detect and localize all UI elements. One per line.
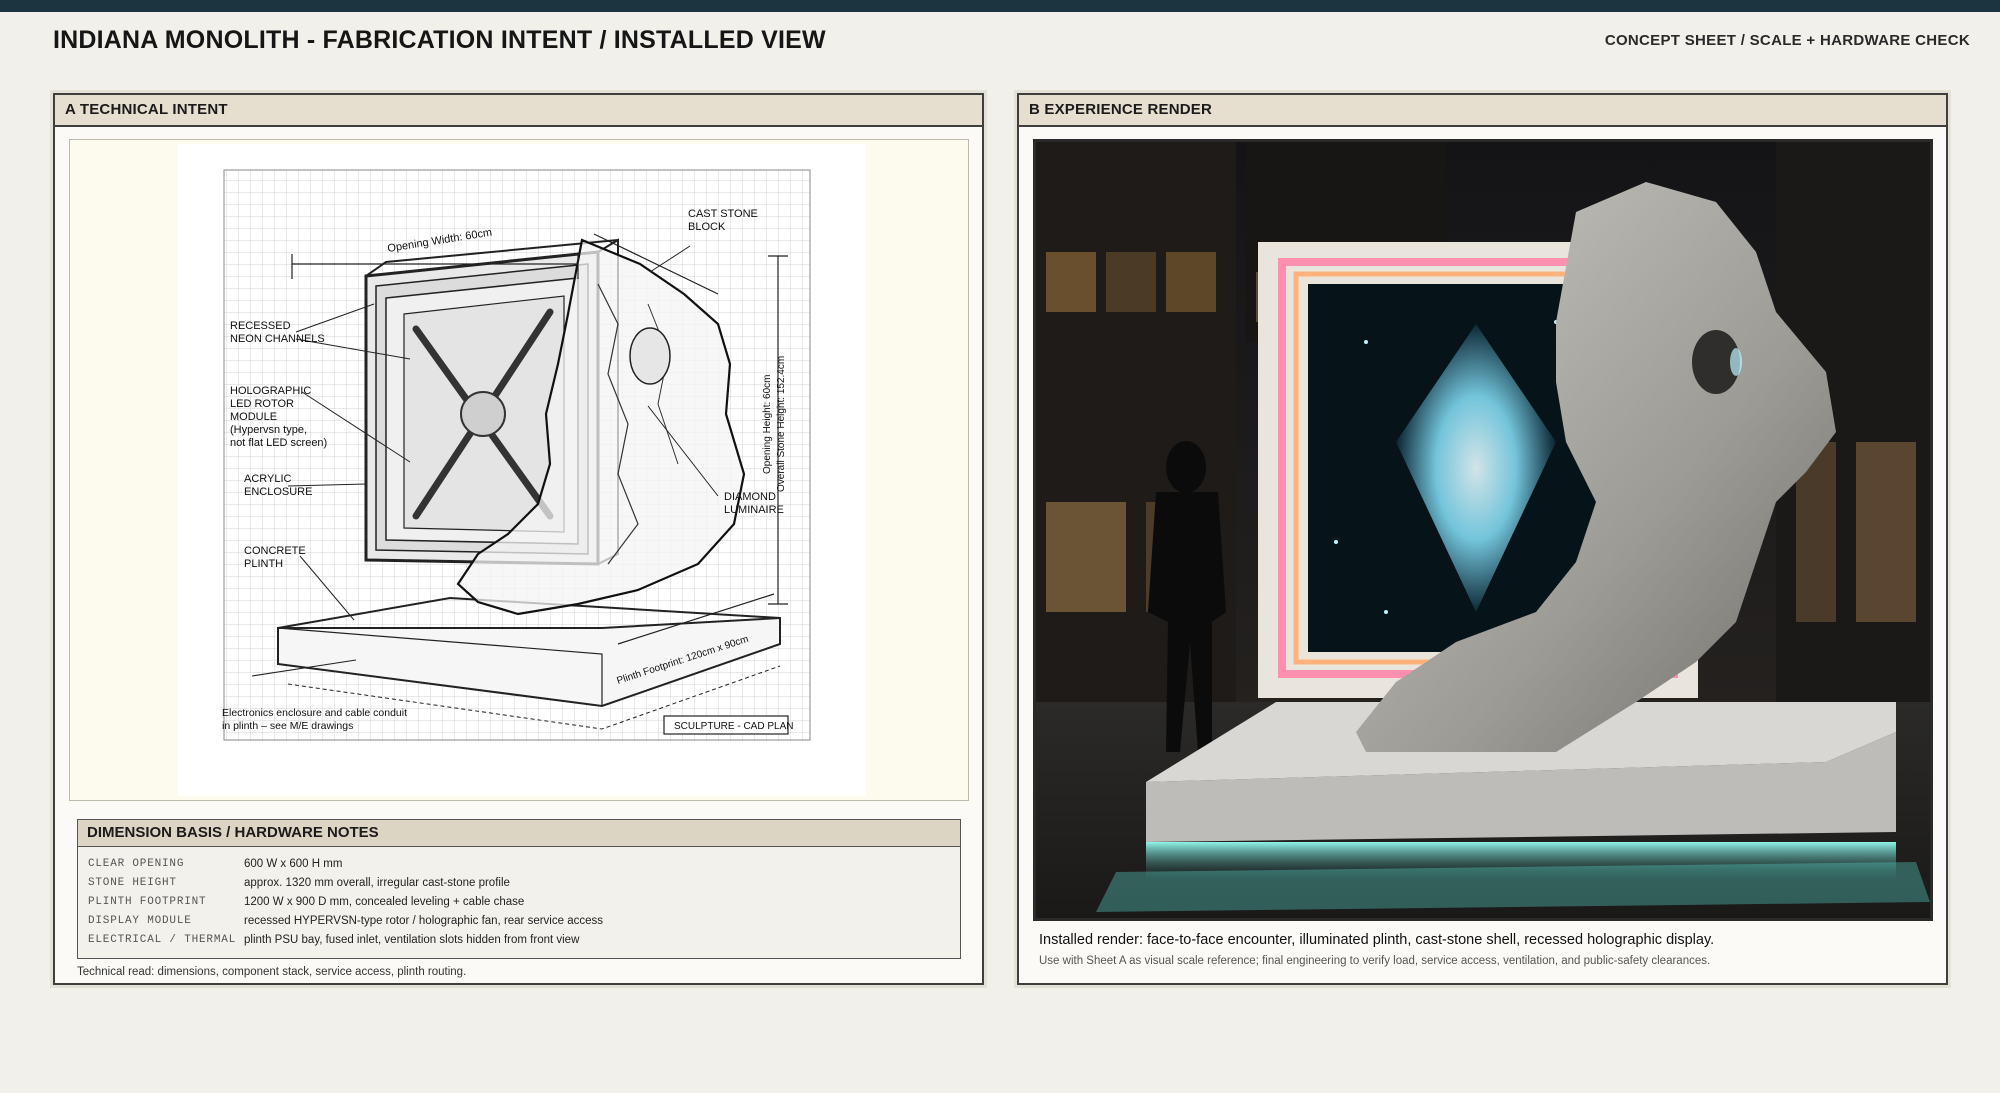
notes-key: STONE HEIGHT — [88, 877, 177, 889]
notes-value: plinth PSU bay, fused inlet, ventilation… — [244, 934, 580, 946]
page-title: INDIANA MONOLITH - FABRICATION INTENT / … — [53, 26, 826, 54]
holographic-label-1: HOLOGRAPHIC — [230, 385, 311, 397]
page-subtitle: CONCEPT SHEET / SCALE + HARDWARE CHECK — [1604, 32, 1970, 49]
diamond-luminaire-shape — [629, 327, 671, 385]
cad-drawing-frame: Opening Width: 60cm CAST STONE BLOCK REC… — [69, 139, 969, 801]
holographic-label-2: LED ROTOR — [230, 398, 294, 410]
cad-drawing-svg: Opening Width: 60cm CAST STONE BLOCK REC… — [222, 169, 811, 741]
holographic-label-4: (Hypervsn type, — [230, 424, 307, 436]
technical-intent-header: A TECHNICAL INTENT — [55, 95, 982, 127]
electronics-label-2: in plinth – see M/E drawings — [222, 720, 353, 732]
technical-caption: Technical read: dimensions, component st… — [77, 966, 467, 978]
recessed-neon-label-1: RECESSED — [230, 320, 291, 332]
diamond-luminaire-label-1: DIAMOND — [724, 491, 776, 503]
notes-value: recessed HYPERVSN-type rotor / holograph… — [244, 915, 603, 927]
notes-key: DISPLAY MODULE — [88, 915, 192, 927]
cast-stone-label-2: BLOCK — [688, 221, 726, 233]
experience-render-header: B EXPERIENCE RENDER — [1019, 95, 1946, 127]
notes-value: 600 W x 600 H mm — [244, 858, 343, 870]
experience-render-panel: B EXPERIENCE RENDER Installed render: fa… — [1017, 93, 1948, 985]
table-row: PLINTH FOOTPRINT 1200 W x 900 D mm, conc… — [78, 893, 960, 912]
title-block-label: SCULPTURE - CAD PLAN — [674, 721, 793, 732]
notes-value: approx. 1320 mm overall, irregular cast-… — [244, 877, 510, 889]
acrylic-label-1: ACRYLIC — [244, 473, 292, 485]
concrete-label-2: PLINTH — [244, 558, 283, 570]
concrete-label-1: CONCRETE — [244, 545, 306, 557]
holographic-label-5: not flat LED screen) — [230, 437, 327, 449]
holographic-label-3: MODULE — [230, 411, 277, 423]
diamond-luminaire-label-2: LUMINAIRE — [724, 504, 784, 516]
render-caption: Installed render: face-to-face encounter… — [1039, 932, 1715, 948]
electronics-label-1: Electronics enclosure and cable conduit — [222, 707, 407, 719]
technical-intent-panel: A TECHNICAL INTENT Opening Width: 60cm C… — [53, 93, 984, 985]
notes-value: 1200 W x 900 D mm, concealed leveling + … — [244, 896, 525, 908]
notes-key: PLINTH FOOTPRINT — [88, 896, 207, 908]
render-illustration — [1036, 142, 1930, 918]
cast-stone-label-1: CAST STONE — [688, 208, 758, 220]
stone-height-label: Overall Stone Height: 152.4cm — [776, 356, 787, 492]
notes-key: ELECTRICAL / THERMAL — [88, 934, 237, 946]
opening-height-label: Opening Height: 60cm — [762, 374, 773, 474]
render-note: Use with Sheet A as visual scale referen… — [1039, 955, 1711, 967]
recessed-neon-label-2: NEON CHANNELS — [230, 333, 325, 345]
table-row: CLEAR OPENING 600 W x 600 H mm — [78, 855, 960, 874]
acrylic-label-2: ENCLOSURE — [244, 486, 312, 498]
cad-drawing: Opening Width: 60cm CAST STONE BLOCK REC… — [178, 144, 866, 796]
hardware-notes-table: DIMENSION BASIS / HARDWARE NOTES CLEAR O… — [77, 819, 961, 959]
experience-render-image — [1033, 139, 1933, 921]
table-row: DISPLAY MODULE recessed HYPERVSN-type ro… — [78, 912, 960, 931]
hardware-notes-header: DIMENSION BASIS / HARDWARE NOTES — [78, 820, 960, 847]
table-row: STONE HEIGHT approx. 1320 mm overall, ir… — [78, 874, 960, 893]
notes-key: CLEAR OPENING — [88, 858, 185, 870]
top-accent-bar — [0, 0, 2000, 12]
table-row: ELECTRICAL / THERMAL plinth PSU bay, fus… — [78, 931, 960, 950]
